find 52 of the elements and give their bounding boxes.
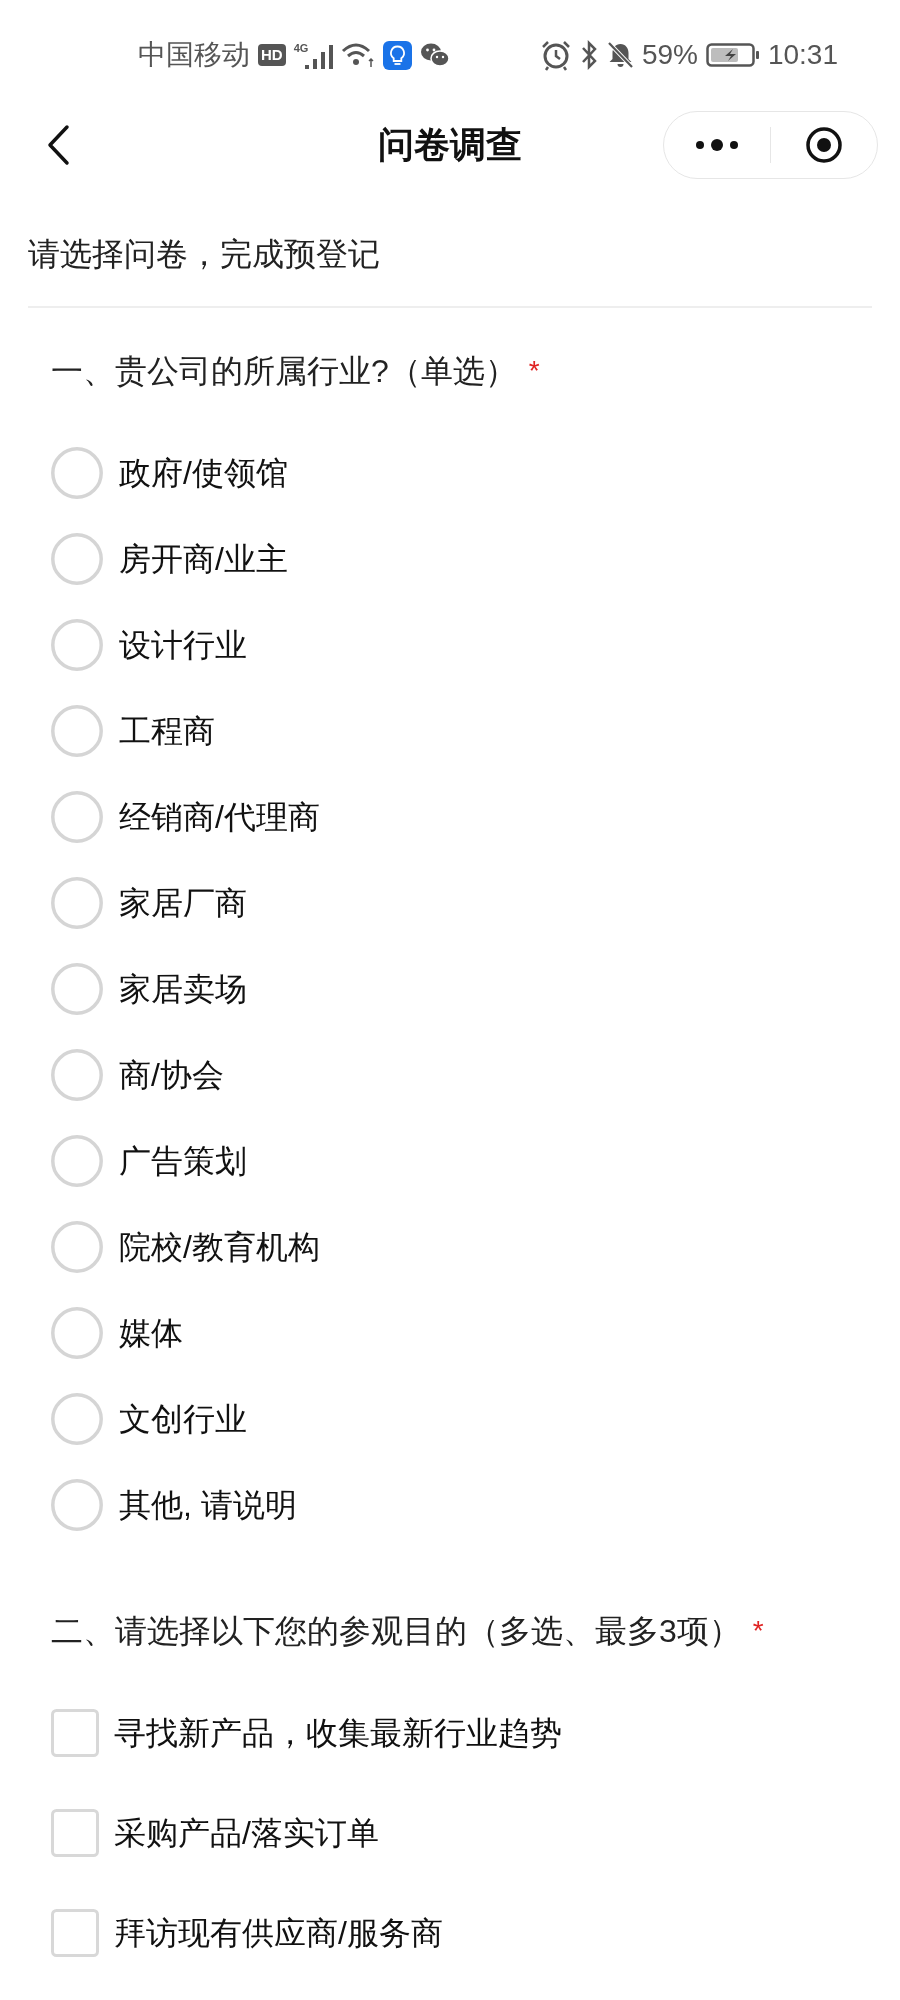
checkbox[interactable] xyxy=(51,1909,99,1957)
option-label[interactable]: 媒体 xyxy=(119,1313,183,1353)
question-title: 一、贵公司的所属行业?（单选） xyxy=(51,352,517,391)
radio-button[interactable] xyxy=(51,1393,103,1445)
option-label[interactable]: 文创行业 xyxy=(119,1399,247,1439)
radio-button[interactable] xyxy=(51,1307,103,1359)
required-mark: * xyxy=(752,1614,764,1648)
battery-percent: 59% xyxy=(641,39,698,71)
bell-off-icon xyxy=(606,41,634,69)
radio-button[interactable] xyxy=(51,533,103,585)
option-label[interactable]: 商/协会 xyxy=(119,1055,224,1095)
option-label[interactable]: 拜访现有供应商/服务商 xyxy=(114,1913,443,1953)
carrier-name: 中国移动 xyxy=(138,39,250,71)
intro-text: 请选择问卷，完成预登记 xyxy=(28,235,381,274)
question-title: 二、请选择以下您的参观目的（多选、最多3项） xyxy=(51,1612,741,1651)
more-icon[interactable] xyxy=(696,139,738,151)
battery-icon xyxy=(705,43,760,67)
option-label[interactable]: 家居卖场 xyxy=(119,969,247,1009)
option-label[interactable]: 房开商/业主 xyxy=(119,539,288,579)
hd-badge: HD xyxy=(258,44,286,66)
checkbox[interactable] xyxy=(51,1709,99,1757)
option-label[interactable]: 广告策划 xyxy=(119,1141,247,1181)
option-label[interactable]: 家居厂商 xyxy=(119,883,247,923)
target-icon[interactable] xyxy=(806,127,842,163)
wifi-icon xyxy=(341,42,376,68)
radio-button[interactable] xyxy=(51,705,103,757)
radio-button[interactable] xyxy=(51,877,103,929)
radio-button[interactable] xyxy=(51,619,103,671)
option-label[interactable]: 经销商/代理商 xyxy=(119,797,320,837)
radio-button[interactable] xyxy=(51,791,103,843)
radio-button[interactable] xyxy=(51,1135,103,1187)
page-title: 问卷调查 xyxy=(378,123,522,167)
option-label[interactable]: 政府/使领馆 xyxy=(119,453,288,493)
radio-button[interactable] xyxy=(51,1479,103,1531)
radio-button[interactable] xyxy=(51,963,103,1015)
option-label[interactable]: 采购产品/落实订单 xyxy=(114,1813,379,1853)
bluetooth-icon xyxy=(579,40,599,70)
lightbulb-icon xyxy=(383,40,413,70)
option-label[interactable]: 院校/教育机构 xyxy=(119,1227,320,1267)
option-label[interactable]: 设计行业 xyxy=(119,625,247,665)
option-label[interactable]: 寻找新产品，收集最新行业趋势 xyxy=(114,1713,562,1753)
radio-button[interactable] xyxy=(51,1049,103,1101)
option-label[interactable]: 工程商 xyxy=(119,711,215,751)
back-icon[interactable] xyxy=(46,124,70,166)
required-mark: * xyxy=(528,354,540,388)
radio-button[interactable] xyxy=(51,447,103,499)
clock-time: 10:31 xyxy=(767,39,838,71)
chat-bubbles-icon xyxy=(420,42,451,68)
option-label[interactable]: 其他, 请说明 xyxy=(119,1485,297,1525)
network-type: 4G xyxy=(293,41,309,54)
radio-button[interactable] xyxy=(51,1221,103,1273)
checkbox[interactable] xyxy=(51,1809,99,1857)
